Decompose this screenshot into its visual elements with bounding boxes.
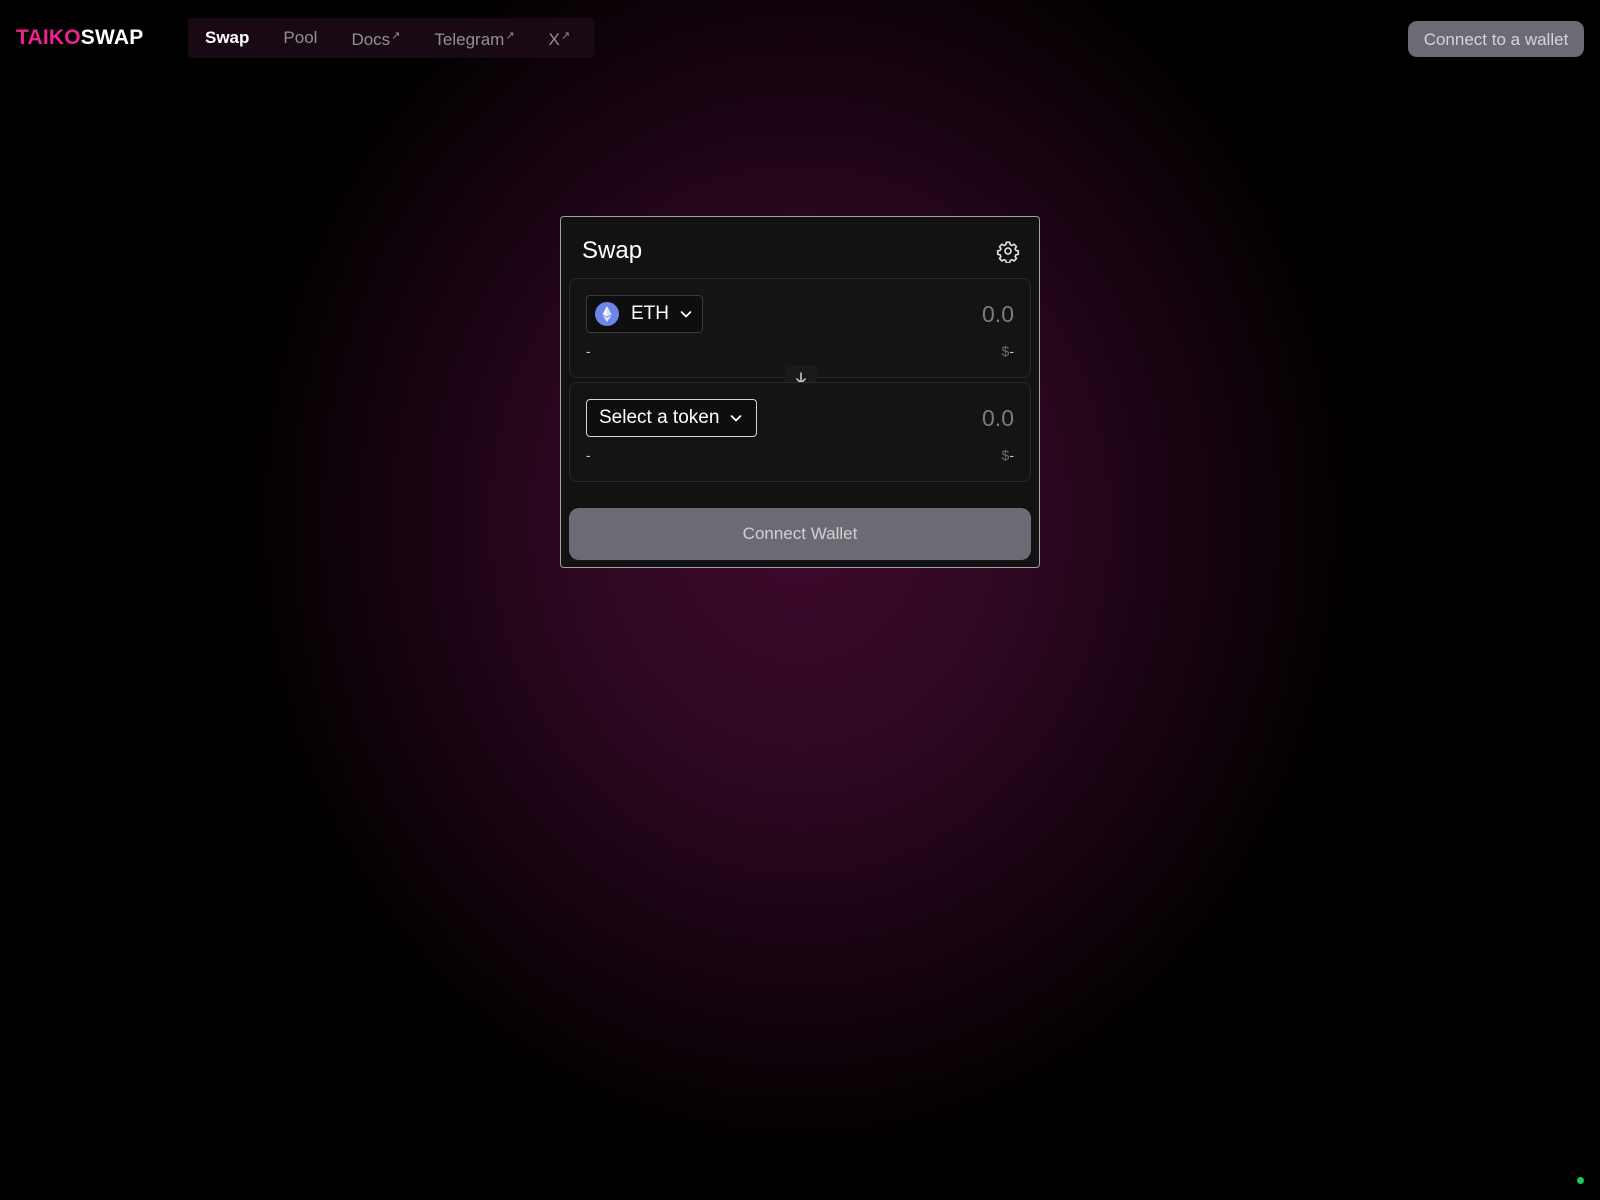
connect-wallet-header-button[interactable]: Connect to a wallet — [1408, 21, 1584, 57]
usd-amount: - — [1009, 343, 1014, 359]
ethereum-icon — [595, 302, 619, 326]
taikoswap-logo[interactable]: TAIKOSWAP — [16, 25, 143, 51]
nav-item-swap[interactable]: Swap — [205, 18, 249, 58]
status-indicator-dot — [1577, 1177, 1584, 1184]
connect-wallet-button[interactable]: Connect Wallet — [569, 508, 1031, 560]
swap-to-panel: Select a token - $- — [569, 382, 1031, 482]
nav-item-docs[interactable]: Docs↗ — [351, 16, 400, 60]
to-usd-value: $- — [1002, 447, 1014, 463]
settings-gear-icon[interactable] — [996, 239, 1020, 264]
to-token-label: Select a token — [599, 407, 720, 428]
from-token-select-button[interactable]: ETH — [586, 295, 703, 333]
to-balance: - — [586, 447, 591, 463]
from-usd-value: $- — [1002, 343, 1014, 359]
external-link-icon: ↗ — [560, 30, 571, 42]
nav-item-label: Swap — [205, 28, 250, 47]
chevron-down-icon — [679, 307, 693, 321]
main-nav: Swap Pool Docs↗ Telegram↗ X↗ — [188, 18, 594, 58]
swap-card-title: Swap — [582, 237, 643, 264]
swap-card: Swap ETH - $- — [560, 216, 1040, 568]
to-token-select-button[interactable]: Select a token — [586, 399, 757, 437]
from-token-label: ETH — [631, 303, 669, 324]
nav-item-label: Pool — [283, 28, 318, 47]
swap-from-panel: ETH - $- — [569, 278, 1031, 378]
external-link-icon: ↗ — [505, 30, 515, 42]
nav-item-label: X — [548, 30, 560, 49]
from-balance: - — [586, 343, 591, 359]
logo-taiko-text: TAIKO — [16, 26, 81, 49]
top-nav-bar: TAIKOSWAP Swap Pool Docs↗ Telegram↗ X↗ C… — [0, 0, 1600, 76]
chevron-down-icon — [729, 411, 743, 425]
nav-item-label: Docs — [351, 30, 391, 49]
usd-amount: - — [1009, 447, 1014, 463]
nav-item-pool[interactable]: Pool — [283, 18, 317, 58]
external-link-icon: ↗ — [391, 30, 401, 42]
logo-swap-text: SWAP — [80, 26, 144, 49]
nav-item-label: Telegram — [434, 30, 505, 49]
nav-item-telegram[interactable]: Telegram↗ — [434, 16, 514, 60]
to-amount-input[interactable] — [814, 401, 1014, 435]
from-amount-input[interactable] — [814, 297, 1014, 331]
nav-item-x[interactable]: X↗ — [549, 16, 571, 60]
